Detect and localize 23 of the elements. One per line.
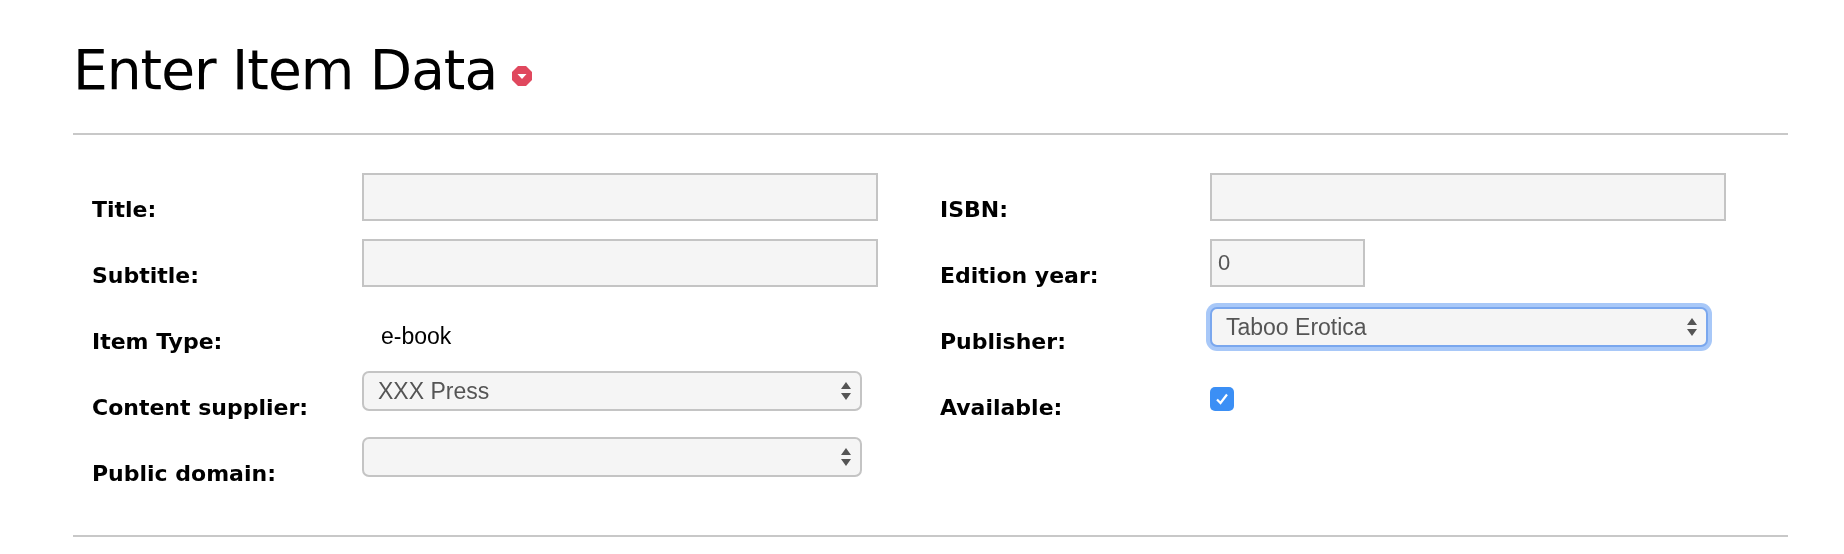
field-label: Public domain: [92,460,277,488]
field-label: Available: [940,394,1064,422]
field-value: e-book [380,322,452,351]
select-arrows-icon [840,381,852,401]
field-label: Content supplier: [92,394,310,422]
select-arrows-icon [840,447,852,467]
checkbox[interactable] [1210,387,1234,411]
field-label: Edition year: [940,262,1100,290]
select-arrows-icon [1686,317,1698,337]
page-title: Enter Item Data [73,43,498,98]
field-label: Item Type: [92,328,224,356]
collapse-toggle-icon[interactable] [511,64,534,87]
field-label: Publisher: [940,328,1067,356]
field-label: Title: [92,196,158,224]
field-label: Subtitle: [92,262,201,290]
select-field[interactable] [362,437,862,477]
text-field[interactable] [362,173,878,221]
check-icon [1214,391,1230,407]
select-field[interactable]: XXX Press [362,371,862,411]
field-label: ISBN: [940,196,1009,224]
text-field[interactable] [1210,173,1726,221]
text-field[interactable]: 0 [1210,239,1365,287]
text-field[interactable] [362,239,878,287]
